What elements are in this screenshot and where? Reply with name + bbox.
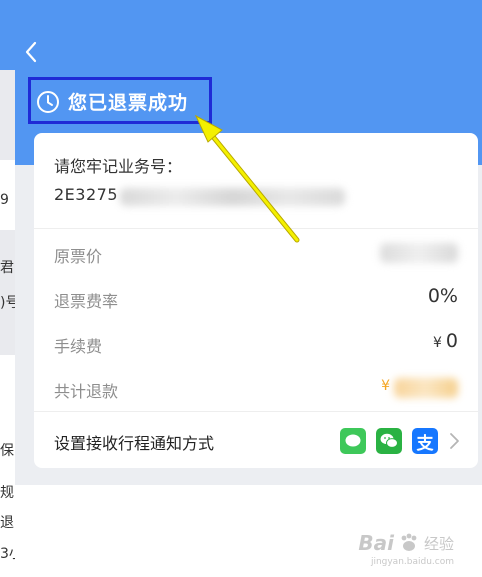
service-fee: ¥0 bbox=[433, 330, 458, 352]
alipay-icon[interactable]: 支 bbox=[412, 428, 438, 454]
background-text: )号 bbox=[0, 295, 15, 311]
redacted-total-refund bbox=[394, 378, 458, 398]
paw-icon bbox=[401, 533, 417, 551]
background-panel bbox=[0, 355, 15, 485]
redacted-original-price bbox=[380, 243, 458, 263]
watermark-brand: Bai bbox=[358, 531, 394, 555]
chevron-right-icon[interactable] bbox=[448, 431, 460, 451]
background-page-strip: 9 君 )号 保 规 退 3小 bbox=[0, 0, 15, 577]
chevron-left-icon bbox=[25, 41, 37, 63]
watermark: Bai 经验 jingyan.baidu.com bbox=[358, 531, 454, 567]
background-text: 3小 bbox=[0, 546, 15, 562]
refund-detail-card: 请您牢记业务号： 2E3275 原票价 退票费率 0% 手续费 ¥0 共计退款 … bbox=[34, 133, 478, 468]
watermark-url: jingyan.baidu.com bbox=[370, 557, 454, 567]
divider bbox=[34, 411, 478, 412]
original-price-label: 原票价 bbox=[54, 247, 103, 266]
service-fee-label: 手续费 bbox=[54, 337, 103, 356]
background-text: 规 bbox=[0, 485, 14, 501]
total-refund-label: 共计退款 bbox=[54, 382, 119, 401]
back-button[interactable] bbox=[20, 40, 44, 64]
currency-symbol: ¥ bbox=[432, 335, 442, 351]
background-header bbox=[0, 0, 15, 70]
total-refund-currency: ¥ bbox=[381, 378, 390, 394]
sms-icon[interactable] bbox=[340, 428, 366, 454]
wechat-icon[interactable] bbox=[376, 428, 402, 454]
background-text: 9 bbox=[0, 192, 9, 208]
background-text: 君 bbox=[0, 260, 14, 276]
service-fee-value: 0 bbox=[445, 330, 458, 352]
background-text: 退 bbox=[0, 515, 14, 531]
redacted-order-number bbox=[120, 188, 345, 206]
notification-method-label[interactable]: 设置接收行程通知方式 bbox=[54, 430, 214, 454]
refund-rate-value: 0% bbox=[427, 285, 458, 307]
watermark-brand-suffix: 经验 bbox=[423, 534, 454, 553]
order-number-label: 请您牢记业务号： bbox=[54, 157, 183, 176]
refund-rate-label: 退票费率 bbox=[54, 292, 119, 311]
background-text: 保 bbox=[0, 443, 14, 459]
annotation-highlight-box bbox=[28, 77, 212, 124]
order-number: 2E3275 bbox=[54, 185, 119, 204]
divider bbox=[34, 228, 478, 229]
